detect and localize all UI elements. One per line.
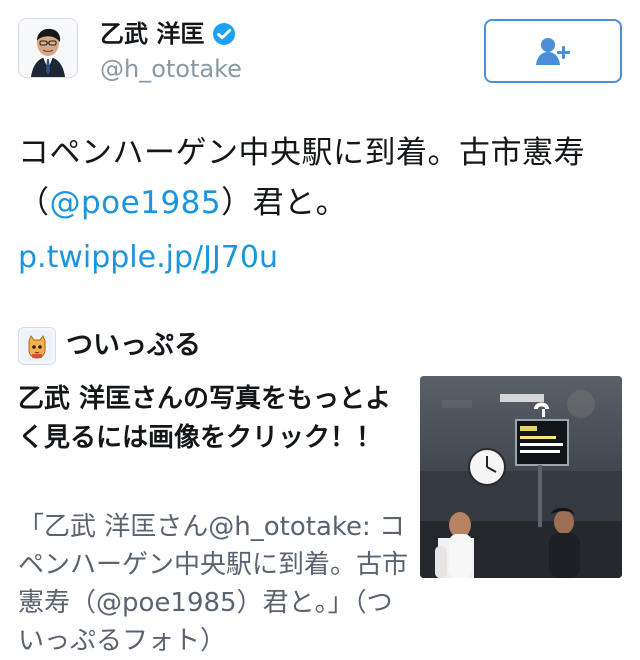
- display-name-row: 乙武 洋匡: [100, 18, 242, 50]
- card-source: ついっぷる: [18, 324, 201, 368]
- user-handle[interactable]: @h_ototake: [100, 54, 242, 84]
- verified-badge-icon: [213, 23, 236, 45]
- card-description: 「乙武 洋匡さん@h_ototake: コペンハーゲン中央駅に到着。古市憲寿（@…: [18, 512, 409, 656]
- add-user-icon: [536, 38, 570, 65]
- tweet-text: コペンハーゲン中央駅に到着。古市憲寿（@poe1985）君と。: [18, 128, 618, 228]
- card-image[interactable]: [420, 376, 622, 578]
- link-card[interactable]: ついっぷる 乙武 洋匡さんの写真をもっとよく見るには画像をクリック！！ 「乙武 …: [18, 324, 622, 659]
- tweet-header: 乙武 洋匡 @h_ototake: [18, 14, 622, 86]
- card-title[interactable]: 乙武 洋匡さんの写真をもっとよく見るには画像をクリック！！: [18, 380, 408, 458]
- display-name[interactable]: 乙武 洋匡: [100, 18, 204, 50]
- user-avatar[interactable]: [18, 18, 78, 78]
- photo-thumbnail-icon: [420, 376, 622, 578]
- twipple-app-icon: [18, 327, 56, 365]
- tweet-text-part-2: ）君と。: [221, 185, 348, 221]
- mention-link[interactable]: @poe1985: [50, 185, 222, 221]
- card-source-name: ついっぷる: [66, 330, 201, 361]
- user-info: 乙武 洋匡 @h_ototake: [100, 18, 242, 84]
- follow-button[interactable]: [484, 19, 622, 83]
- avatar-icon: [19, 19, 77, 77]
- tweet-url-link[interactable]: p.twipple.jp/JJ70u: [18, 236, 278, 280]
